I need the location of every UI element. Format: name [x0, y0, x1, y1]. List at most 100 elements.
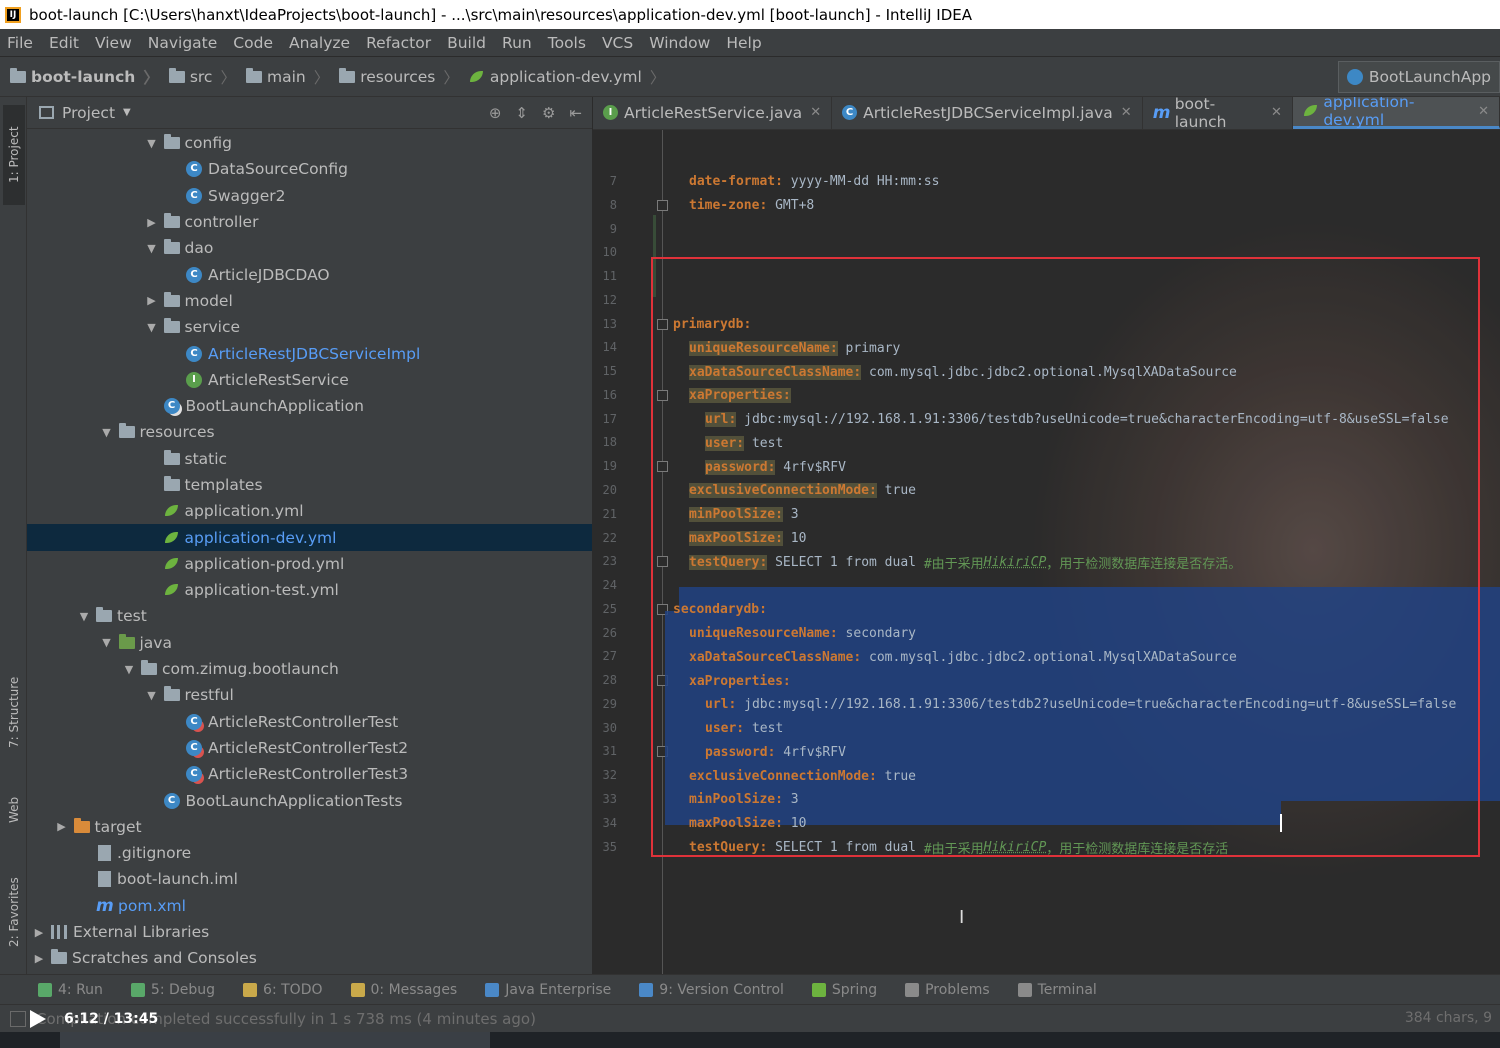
expand-arrow-icon[interactable]: ▼	[99, 426, 115, 439]
tree-item[interactable]: ▼ restful	[27, 682, 592, 708]
close-icon[interactable]: ✕	[1271, 105, 1282, 120]
menu-run[interactable]: Run	[502, 34, 532, 52]
file-icon	[98, 845, 111, 862]
editor-tab[interactable]: application-dev.yml ✕	[1292, 97, 1500, 129]
expand-arrow-icon[interactable]: ▼	[99, 636, 115, 649]
tree-item[interactable]: C BootLaunchApplication	[27, 393, 592, 419]
tree-item[interactable]: ▶ model	[27, 288, 592, 314]
tree-item[interactable]: C ArticleRestControllerTest2	[27, 735, 592, 761]
locate-icon[interactable]: ⊕	[489, 104, 502, 122]
menu-code[interactable]: Code	[233, 34, 273, 52]
menu-navigate[interactable]: Navigate	[148, 34, 218, 52]
tree-item[interactable]: ▼ java	[27, 630, 592, 656]
editor-tab[interactable]: I ArticleRestService.java ✕	[593, 97, 833, 129]
bottom-tool-tab-label: 5: Debug	[150, 981, 216, 998]
maven-icon: m	[96, 895, 114, 916]
play-icon[interactable]	[30, 1010, 46, 1028]
tree-item[interactable]: ▼ test	[27, 603, 592, 629]
menu-help[interactable]: Help	[726, 34, 761, 52]
gear-icon[interactable]: ⚙	[542, 104, 555, 122]
breadcrumb-main[interactable]: main 〉	[245, 66, 329, 88]
taskbar-item[interactable]	[60, 1032, 490, 1048]
menu-edit[interactable]: Edit	[49, 34, 79, 52]
editor-tab[interactable]: C ArticleRestJDBCServiceImpl.java ✕	[832, 97, 1143, 129]
tree-item[interactable]: C ArticleRestJDBCServiceImpl	[27, 340, 592, 366]
breadcrumb-resources[interactable]: resources 〉	[339, 66, 459, 88]
tree-item[interactable]: ▼ config	[27, 130, 592, 156]
tool-tab-structure[interactable]: 7: Structure	[3, 657, 25, 767]
tree-item[interactable]: static	[27, 446, 592, 472]
close-icon[interactable]: ✕	[810, 105, 821, 120]
breadcrumb-src[interactable]: src 〉	[168, 66, 236, 88]
tree-item[interactable]: application-dev.yml	[27, 524, 592, 551]
tree-item[interactable]: C ArticleRestControllerTest3	[27, 761, 592, 787]
tree-item[interactable]: ▶ External Libraries	[27, 919, 592, 945]
menu-build[interactable]: Build	[447, 34, 486, 52]
menu-file[interactable]: File	[7, 34, 33, 52]
tool-window-toggle-icon[interactable]	[10, 1010, 26, 1027]
collapse-all-icon[interactable]: ⇕	[515, 104, 528, 122]
tree-item[interactable]: templates	[27, 472, 592, 498]
tree-item[interactable]: C ArticleRestControllerTest	[27, 709, 592, 735]
tree-item[interactable]: I ArticleRestService	[27, 367, 592, 393]
run-configuration-selector[interactable]: BootLaunchApp	[1337, 61, 1500, 93]
hide-panel-icon[interactable]: ⇤	[569, 104, 582, 122]
tree-item[interactable]: ▶ Scratches and Consoles	[27, 945, 592, 971]
bottom-tool-tab[interactable]: Problems	[905, 982, 990, 998]
collapse-arrow-icon[interactable]: ▶	[54, 820, 70, 833]
expand-arrow-icon[interactable]: ▼	[144, 242, 160, 255]
bottom-tool-tab[interactable]: 5: Debug	[130, 981, 216, 998]
bottom-tool-tab[interactable]: 9: Version Control	[639, 982, 784, 998]
bottom-tool-tab-label: Problems	[925, 981, 990, 998]
tree-item[interactable]: application-prod.yml	[27, 551, 592, 577]
chevron-down-icon[interactable]: ▼	[123, 107, 131, 118]
tree-item[interactable]: ▼ resources	[27, 419, 592, 445]
expand-arrow-icon[interactable]: ▼	[144, 689, 160, 702]
breadcrumb-file[interactable]: application-dev.yml 〉	[469, 66, 665, 88]
tree-item[interactable]: C ArticleJDBCDAO	[27, 261, 592, 287]
tree-item[interactable]: C DataSourceConfig	[27, 156, 592, 182]
menu-analyze[interactable]: Analyze	[289, 34, 350, 52]
menu-tools[interactable]: Tools	[548, 34, 586, 52]
bottom-tool-tab[interactable]: 4: Run	[38, 982, 103, 998]
tree-item[interactable]: ▶ controller	[27, 209, 592, 235]
menu-refactor[interactable]: Refactor	[366, 34, 431, 52]
bottom-tool-tab[interactable]: 0: Messages	[350, 982, 457, 998]
tree-item[interactable]: application.yml	[27, 498, 592, 524]
collapse-arrow-icon[interactable]: ▶	[144, 294, 160, 307]
tool-tab-project[interactable]: 1: Project	[3, 105, 25, 205]
tree-item[interactable]: application-test.yml	[27, 577, 592, 603]
bottom-tool-tab[interactable]: 6: TODO	[243, 982, 323, 998]
bottom-tool-tab[interactable]: Java Enterprise	[485, 982, 611, 998]
tree-item[interactable]: C BootLaunchApplicationTests	[27, 787, 592, 813]
tree-item[interactable]: ▼ dao	[27, 235, 592, 261]
editor-tab[interactable]: m boot-launch ✕	[1143, 97, 1293, 131]
tree-item[interactable]: ▼ com.zimug.bootlaunch	[27, 656, 592, 682]
project-panel-title[interactable]: Project	[62, 104, 115, 122]
tree-item[interactable]: boot-launch.iml	[27, 866, 592, 892]
collapse-arrow-icon[interactable]: ▶	[31, 926, 47, 939]
tool-tab-favorites[interactable]: 2: Favorites	[3, 862, 25, 962]
tree-item[interactable]: ▼ service	[27, 314, 592, 340]
collapse-arrow-icon[interactable]: ▶	[31, 952, 47, 965]
expand-arrow-icon[interactable]: ▼	[144, 321, 160, 334]
menu-window[interactable]: Window	[649, 34, 710, 52]
close-icon[interactable]: ✕	[1478, 104, 1489, 119]
editor-tab-label: application-dev.yml	[1323, 97, 1415, 129]
tree-item[interactable]: ▶ target	[27, 814, 592, 840]
tree-item[interactable]: m pom.xml	[27, 893, 592, 919]
expand-arrow-icon[interactable]: ▼	[144, 137, 160, 150]
fold-marker-icon[interactable]	[657, 199, 668, 211]
expand-arrow-icon[interactable]: ▼	[76, 610, 92, 623]
tree-item[interactable]: C Swagger2	[27, 183, 592, 209]
collapse-arrow-icon[interactable]: ▶	[144, 216, 160, 229]
expand-arrow-icon[interactable]: ▼	[121, 663, 137, 676]
menu-vcs[interactable]: VCS	[602, 34, 633, 52]
tool-tab-web[interactable]: Web	[3, 785, 25, 835]
breadcrumb-project[interactable]: boot-launch 〉	[10, 66, 159, 88]
menu-view[interactable]: View	[95, 34, 132, 52]
tree-item[interactable]: .gitignore	[27, 840, 592, 866]
close-icon[interactable]: ✕	[1121, 105, 1132, 120]
bottom-tool-tab[interactable]: Spring	[811, 982, 877, 998]
bottom-tool-tab[interactable]: Terminal	[1017, 982, 1097, 998]
